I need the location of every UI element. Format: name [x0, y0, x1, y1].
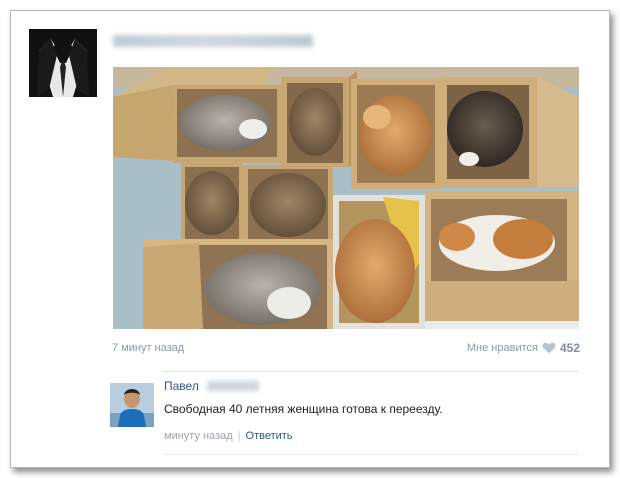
- heart-icon: [542, 342, 556, 354]
- post-time[interactable]: 7 минут назад: [112, 342, 184, 354]
- community-avatar[interactable]: [29, 29, 97, 97]
- like-button[interactable]: Мне нравится 452: [467, 341, 580, 355]
- blurred-community-name: [113, 35, 313, 47]
- post-card: 7 минут назад Мне нравится 452 Павел Сво…: [10, 10, 610, 468]
- cats-in-boxes-image: [113, 67, 579, 329]
- like-label: Мне нравится: [466, 342, 538, 354]
- reply-link[interactable]: Ответить: [246, 430, 293, 442]
- comment-time[interactable]: минуту назад: [164, 430, 233, 442]
- comments-divider: [163, 371, 579, 372]
- comment-author-name[interactable]: Павел: [164, 379, 199, 393]
- like-count: 452: [559, 341, 580, 355]
- comment-bottom-divider: [163, 454, 579, 455]
- post-photo[interactable]: [113, 67, 579, 329]
- meta-separator: |: [237, 430, 241, 442]
- post-meta: 7 минут назад Мне нравится 452: [112, 341, 580, 357]
- comment-author-avatar[interactable]: [110, 383, 154, 427]
- comment-text: Свободная 40 летняя женщина готова к пер…: [164, 402, 443, 416]
- user-photo-icon: [110, 383, 154, 427]
- blurred-author-surname: [207, 381, 259, 391]
- tuxedo-logo-icon: [29, 29, 97, 97]
- comment-meta: минуту назад | Ответить: [164, 430, 293, 442]
